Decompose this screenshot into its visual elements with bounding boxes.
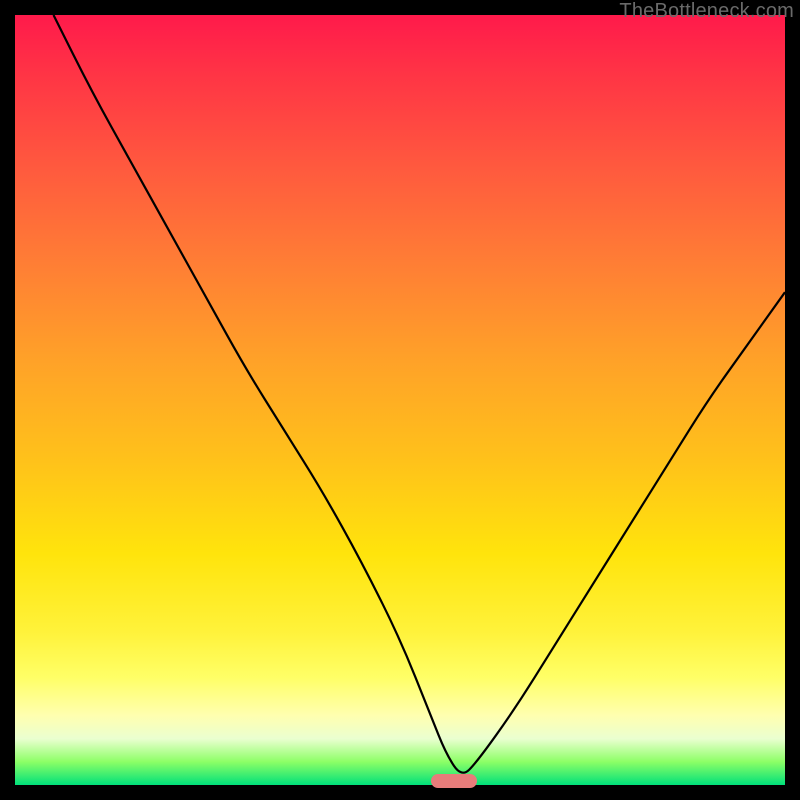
plot-area [15, 15, 785, 785]
optimal-marker [431, 774, 477, 788]
chart-frame: TheBottleneck.com [0, 0, 800, 800]
watermark-text: TheBottleneck.com [619, 0, 794, 23]
bottleneck-curve [15, 15, 785, 785]
